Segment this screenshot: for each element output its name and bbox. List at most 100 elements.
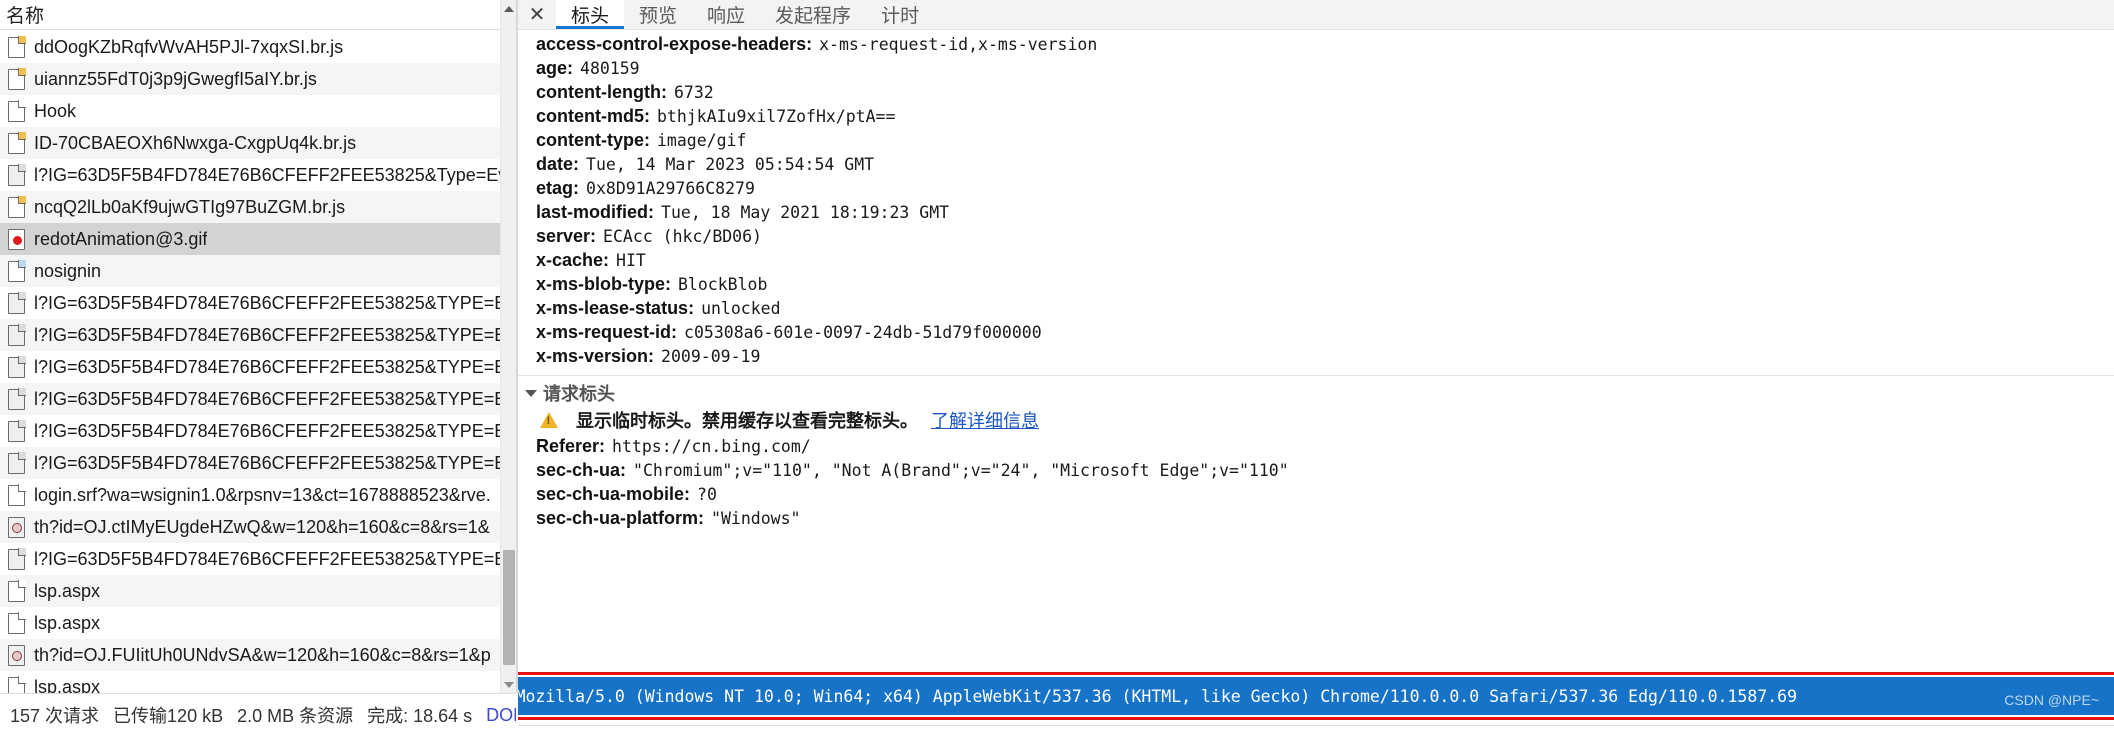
- header-line[interactable]: x-ms-request-id: c05308a6-601e-0097-24db-…: [518, 320, 2114, 344]
- request-name: l?IG=63D5F5B4FD784E76B6CFEFF2FEE53825&TY…: [34, 324, 500, 345]
- scrollbar-thumb[interactable]: [503, 550, 515, 665]
- status-transferred: 已传输120 kB: [113, 706, 224, 726]
- header-line[interactable]: content-md5: bthjkAIu9xil7ZofHx/ptA==: [518, 104, 2114, 128]
- request-list-item[interactable]: ID-70CBAEOXh6Nwxga-CxgpUq4k.br.js: [0, 127, 500, 159]
- request-name: th?id=OJ.FUIitUh0UNdvSA&w=120&h=160&c=8&…: [34, 644, 491, 665]
- user-agent-value: Mozilla/5.0 (Windows NT 10.0; Win64; x64…: [518, 686, 1798, 706]
- header-line[interactable]: date: Tue, 14 Mar 2023 05:54:54 GMT: [518, 152, 2114, 176]
- request-details-panel: ✕ 标头 预览 响应 发起程序 计时 access-control-expose-hea…: [518, 0, 2114, 736]
- file-js-icon: [8, 35, 26, 58]
- header-value: ?0: [697, 484, 717, 504]
- request-list-item[interactable]: th?id=OJ.ctIMyEUgdeHZwQ&w=120&h=160&c=8&…: [0, 511, 500, 543]
- request-list-item[interactable]: lsp.aspx: [0, 607, 500, 639]
- header-value: ECAcc (hkc/BD06): [603, 226, 762, 246]
- file-grey-icon: [8, 419, 26, 442]
- provisional-headers-notice: 显示临时标头。禁用缓存以查看完整标头。了解详细信息: [518, 406, 2114, 434]
- tab-label: 标头: [571, 6, 610, 27]
- header-value: unlocked: [701, 298, 781, 318]
- header-line[interactable]: access-control-expose-headers: x-ms-reque…: [518, 32, 2114, 56]
- tab-3[interactable]: 发起程序: [760, 0, 866, 29]
- request-name: l?IG=63D5F5B4FD784E76B6CFEFF2FEE53825&TY…: [34, 356, 500, 377]
- request-list-item[interactable]: l?IG=63D5F5B4FD784E76B6CFEFF2FEE53825&TY…: [0, 415, 500, 447]
- close-icon[interactable]: ✕: [518, 0, 556, 29]
- request-list-item[interactable]: l?IG=63D5F5B4FD784E76B6CFEFF2FEE53825&TY…: [0, 287, 500, 319]
- request-list-item[interactable]: l?IG=63D5F5B4FD784E76B6CFEFF2FEE53825&TY…: [0, 543, 500, 575]
- header-line[interactable]: content-type: image/gif: [518, 128, 2114, 152]
- header-value: Tue, 14 Mar 2023 05:54:54 GMT: [586, 154, 875, 174]
- header-value: "Windows": [711, 508, 801, 528]
- request-name: l?IG=63D5F5B4FD784E76B6CFEFF2FEE53825&Ty…: [34, 164, 500, 185]
- header-line[interactable]: x-ms-version: 2009-09-19: [518, 344, 2114, 368]
- tab-label: 预览: [639, 6, 678, 27]
- learn-more-link[interactable]: 了解详细信息: [931, 407, 1039, 433]
- request-name: ddOogKZbRqfvWvAH5PJl-7xqxSI.br.js: [34, 36, 344, 57]
- request-list-item[interactable]: l?IG=63D5F5B4FD784E76B6CFEFF2FEE53825&TY…: [0, 351, 500, 383]
- request-name: Hook: [34, 100, 77, 121]
- header-line[interactable]: server: ECAcc (hkc/BD06): [518, 224, 2114, 248]
- request-list-item[interactable]: l?IG=63D5F5B4FD784E76B6CFEFF2FEE53825&TY…: [0, 383, 500, 415]
- header-line[interactable]: sec-ch-ua-platform: "Windows": [518, 506, 2114, 530]
- scroll-up-arrow-icon[interactable]: [501, 0, 516, 17]
- icon-glyph: [12, 522, 22, 533]
- file-doc-blue-icon: [8, 259, 26, 282]
- tab-1[interactable]: 预览: [624, 0, 692, 29]
- request-list-item[interactable]: l?IG=63D5F5B4FD784E76B6CFEFF2FEE53825&Ty…: [0, 159, 500, 191]
- requests-column-header[interactable]: 名称: [0, 0, 516, 30]
- request-list-item[interactable]: redotAnimation@3.gif: [0, 223, 500, 255]
- tab-2[interactable]: 响应: [692, 0, 760, 29]
- request-name: lsp.aspx: [34, 676, 101, 694]
- header-line[interactable]: Referer: https://cn.bing.com/: [518, 434, 2114, 458]
- request-name: l?IG=63D5F5B4FD784E76B6CFEFF2FEE53825&TY…: [34, 388, 500, 409]
- request-list-item[interactable]: login.srf?wa=wsignin1.0&rpsnv=13&ct=1678…: [0, 479, 500, 511]
- request-name: l?IG=63D5F5B4FD784E76B6CFEFF2FEE53825&TY…: [34, 292, 500, 313]
- request-name: login.srf?wa=wsignin1.0&rpsnv=13&ct=1678…: [34, 484, 491, 505]
- header-line[interactable]: etag: 0x8D91A29766C8279: [518, 176, 2114, 200]
- file-grey-icon: [8, 355, 26, 378]
- file-plain-icon: [8, 99, 26, 122]
- header-value: 480159: [580, 58, 640, 78]
- request-list-item[interactable]: th?id=OJ.FUIitUh0UNdvSA&w=120&h=160&c=8&…: [0, 639, 500, 671]
- warning-icon: [540, 412, 558, 428]
- tab-4[interactable]: 计时: [866, 0, 934, 29]
- header-line[interactable]: x-ms-lease-status: unlocked: [518, 296, 2114, 320]
- status-domcontentloaded: DOMC: [486, 704, 516, 725]
- request-list-item[interactable]: lsp.aspx: [0, 575, 500, 607]
- header-value: 0x8D91A29766C8279: [586, 178, 755, 198]
- header-line[interactable]: age: 480159: [518, 56, 2114, 80]
- requests-list-scrollbar[interactable]: [500, 0, 516, 693]
- status-resources: 2.0 MB 条资源: [237, 706, 354, 726]
- header-line[interactable]: last-modified: Tue, 18 May 2021 18:19:23 …: [518, 200, 2114, 224]
- header-value: HIT: [616, 250, 646, 270]
- bottom-strip: [518, 725, 2114, 736]
- file-plain-icon: [8, 611, 26, 634]
- file-plain-icon: [8, 483, 26, 506]
- section-divider: [518, 375, 2114, 376]
- request-list-item[interactable]: lsp.aspx: [0, 671, 500, 693]
- requests-list[interactable]: ddOogKZbRqfvWvAH5PJl-7xqxSI.br.js uiannz5…: [0, 31, 500, 693]
- request-list-item[interactable]: l?IG=63D5F5B4FD784E76B6CFEFF2FEE53825&TY…: [0, 319, 500, 351]
- details-tab-bar: ✕ 标头 预览 响应 发起程序 计时: [518, 0, 2114, 30]
- request-name: uiannz55FdT0j3p9jGwegfI5aIY.br.js: [34, 68, 317, 89]
- header-line[interactable]: sec-ch-ua-mobile: ?0: [518, 482, 2114, 506]
- request-headers-section-title[interactable]: 请求标头: [518, 380, 2114, 406]
- request-list-item[interactable]: ddOogKZbRqfvWvAH5PJl-7xqxSI.br.js: [0, 31, 500, 63]
- user-agent-header-row[interactable]: User-Agent: Mozilla/5.0 (Windows NT 10.0…: [518, 677, 2114, 715]
- caret-down-icon[interactable]: [525, 389, 537, 397]
- header-line[interactable]: x-ms-blob-type: BlockBlob: [518, 272, 2114, 296]
- request-list-item[interactable]: l?IG=63D5F5B4FD784E76B6CFEFF2FEE53825&TY…: [0, 447, 500, 479]
- header-line[interactable]: x-cache: HIT: [518, 248, 2114, 272]
- request-list-item[interactable]: uiannz55FdT0j3p9jGwegfI5aIY.br.js: [0, 63, 500, 95]
- status-finish-time: 完成: 18.64 s: [367, 706, 473, 726]
- file-js-icon: [8, 67, 26, 90]
- request-list-item[interactable]: Hook: [0, 95, 500, 127]
- header-line[interactable]: content-length: 6732: [518, 80, 2114, 104]
- request-list-item[interactable]: nosignin: [0, 255, 500, 287]
- request-list-item[interactable]: ncqQ2lLb0aKf9ujwGTIg97BuZGM.br.js: [0, 191, 500, 223]
- header-key: sec-ch-ua-platform:: [536, 507, 705, 528]
- scroll-down-arrow-icon[interactable]: [501, 676, 516, 693]
- tab-label: 响应: [707, 6, 746, 27]
- tab-0[interactable]: 标头: [556, 0, 625, 29]
- header-value: BlockBlob: [678, 274, 768, 294]
- header-line[interactable]: sec-ch-ua: "Chromium";v="110", "Not A(Bra…: [518, 458, 2114, 482]
- csdn-watermark: CSDN @NPE~: [2004, 692, 2099, 708]
